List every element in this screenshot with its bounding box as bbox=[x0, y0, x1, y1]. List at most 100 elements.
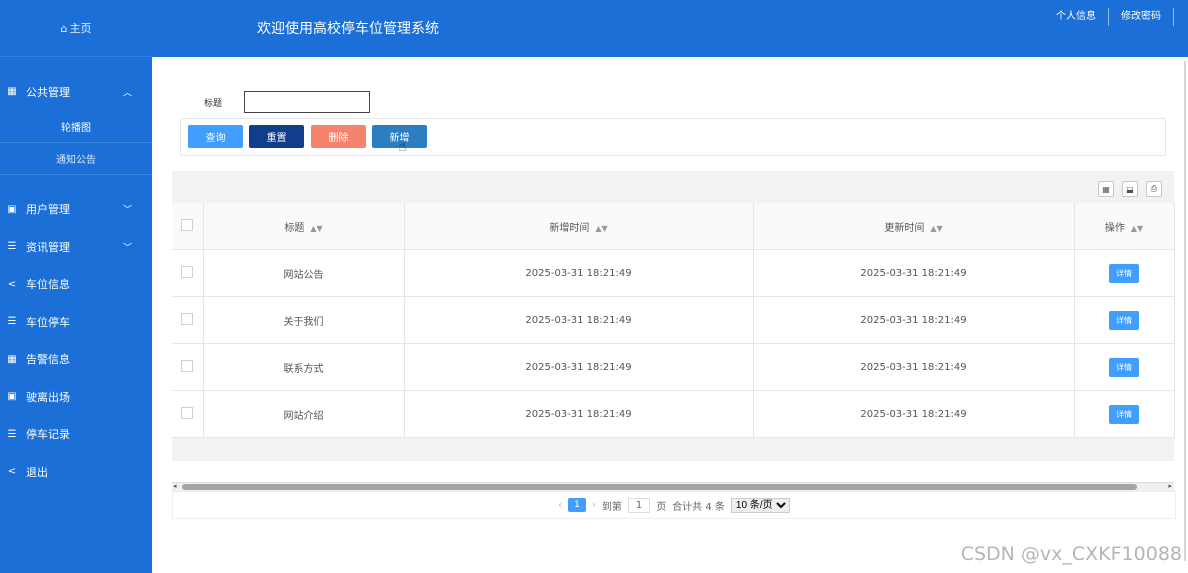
search-label: 标题 bbox=[204, 98, 223, 109]
next-page-icon[interactable]: › bbox=[592, 500, 596, 511]
reset-button[interactable]: 重置 bbox=[249, 125, 304, 148]
detail-button[interactable]: 详情 bbox=[1109, 404, 1139, 424]
goto-label: 到第 bbox=[601, 501, 622, 513]
cell-updated: 2025-03-31 18:21:49 bbox=[753, 343, 1075, 391]
scroll-right-arrow-icon[interactable]: ▸ bbox=[1168, 482, 1172, 490]
list-icon: ☰ bbox=[7, 241, 17, 253]
column-header-actions[interactable]: 操作 ▲▼ bbox=[1074, 203, 1175, 250]
query-button[interactable]: 查询 bbox=[188, 125, 243, 148]
mouse-cursor-icon: ☝ bbox=[398, 139, 407, 155]
title-search-input[interactable] bbox=[244, 91, 371, 113]
personal-info-link[interactable]: 个人信息 bbox=[1044, 8, 1108, 26]
column-header-updated[interactable]: 更新时间 ▲▼ bbox=[753, 203, 1075, 250]
column-label: 更新时间 bbox=[884, 222, 925, 234]
cell-updated: 2025-03-31 18:21:49 bbox=[753, 296, 1075, 344]
cell-created: 2025-03-31 18:21:49 bbox=[404, 343, 754, 391]
scroll-left-arrow-icon[interactable]: ◂ bbox=[173, 482, 177, 490]
vertical-scrollbar[interactable] bbox=[1184, 61, 1186, 561]
menu-parking-space-info[interactable]: < 车位信息 bbox=[0, 266, 152, 304]
home-link[interactable]: ⌂ 主页 bbox=[0, 0, 152, 57]
pagination: ‹ 1 › 到第 1 页 合计共 4 条 10 条/页 bbox=[172, 491, 1176, 519]
submenu-item-notice[interactable]: 通知公告 bbox=[0, 143, 152, 175]
columns-filter-icon[interactable]: ▦ bbox=[1098, 181, 1114, 197]
menu-label: 驶离出场 bbox=[26, 390, 70, 404]
menu-parking-records[interactable]: ☰ 停车记录 bbox=[0, 416, 152, 454]
sort-icon[interactable]: ▲▼ bbox=[595, 224, 607, 233]
menu-label: 车位信息 bbox=[26, 278, 70, 292]
sort-icon[interactable]: ▲▼ bbox=[310, 224, 322, 233]
row-checkbox[interactable] bbox=[181, 406, 194, 419]
menu-parking[interactable]: ☰ 车位停车 bbox=[0, 303, 152, 341]
page-size-select[interactable]: 10 条/页 bbox=[730, 497, 790, 513]
cell-created: 2025-03-31 18:21:49 bbox=[404, 249, 754, 297]
goto-page-input[interactable]: 1 bbox=[627, 497, 651, 513]
page-title: 欢迎使用高校停车位管理系统 bbox=[257, 21, 439, 37]
change-password-link[interactable]: 修改密码 bbox=[1109, 8, 1173, 26]
data-table-container: ▦ ⬓ ⎙ 标题 ▲▼ 新增时间 ▲▼ 更新时间 ▲▼ 操作 ▲▼ 网站公告 2… bbox=[172, 171, 1175, 461]
menu-logout[interactable]: < 退出 bbox=[0, 453, 152, 491]
cell-title: 网站公告 bbox=[203, 249, 405, 297]
page-suffix: 页 bbox=[656, 501, 667, 513]
search-form: 标题 bbox=[204, 91, 371, 113]
prev-page-icon[interactable]: ‹ bbox=[558, 500, 562, 511]
list-icon: ☰ bbox=[7, 428, 17, 440]
chevron-down-icon: ﹀ bbox=[122, 205, 132, 216]
column-header-created[interactable]: 新增时间 ▲▼ bbox=[404, 203, 754, 250]
list-icon: ☰ bbox=[7, 316, 17, 328]
menu-exit-parking[interactable]: ▣ 驶离出场 bbox=[0, 378, 152, 416]
id-card-icon: ▣ bbox=[7, 391, 17, 403]
sort-icon[interactable]: ▲▼ bbox=[930, 224, 942, 233]
grid-icon: ▦ bbox=[7, 86, 17, 98]
select-all-checkbox[interactable] bbox=[181, 218, 194, 231]
table-toolbar: ▦ ⬓ ⎙ bbox=[1098, 181, 1162, 197]
row-checkbox[interactable] bbox=[181, 312, 194, 325]
action-bar: 查询 重置 删除 新增 bbox=[180, 118, 1166, 156]
cell-title: 关于我们 bbox=[203, 296, 405, 344]
chevron-down-icon: ﹀ bbox=[122, 243, 132, 254]
menu-news-management[interactable]: ☰ 资讯管理 ﹀ bbox=[0, 228, 152, 266]
page-number-current[interactable]: 1 bbox=[568, 498, 586, 512]
data-table: 标题 ▲▼ 新增时间 ▲▼ 更新时间 ▲▼ 操作 ▲▼ 网站公告 2025-03-31 … bbox=[172, 203, 1175, 438]
detail-button[interactable]: 详情 bbox=[1109, 263, 1139, 283]
menu-label: 退出 bbox=[26, 465, 48, 479]
row-checkbox[interactable] bbox=[181, 359, 194, 372]
menu-alarm-info[interactable]: ▦ 告警信息 bbox=[0, 341, 152, 379]
menu-public-management[interactable]: ▦ 公共管理 ︿ bbox=[0, 73, 152, 111]
submenu-item-carousel[interactable]: 轮播图 bbox=[0, 111, 152, 143]
total-count: 合计共 4 条 bbox=[672, 501, 725, 513]
detail-button[interactable]: 详情 bbox=[1109, 310, 1139, 330]
menu-label: 公共管理 bbox=[26, 85, 70, 99]
share-icon: < bbox=[7, 278, 17, 290]
menu-label: 告警信息 bbox=[26, 353, 70, 367]
header-links: 个人信息 修改密码 bbox=[1044, 8, 1174, 26]
menu-user-management[interactable]: ▣ 用户管理 ﹀ bbox=[0, 191, 152, 229]
table-row: 关于我们 2025-03-31 18:21:49 2025-03-31 18:2… bbox=[172, 296, 1175, 344]
chevron-up-icon: ︿ bbox=[122, 88, 132, 99]
cell-updated: 2025-03-31 18:21:49 bbox=[753, 249, 1075, 297]
table-row: 网站公告 2025-03-31 18:21:49 2025-03-31 18:2… bbox=[172, 249, 1175, 297]
row-checkbox[interactable] bbox=[181, 265, 194, 278]
divider bbox=[1173, 8, 1174, 26]
cell-updated: 2025-03-31 18:21:49 bbox=[753, 390, 1075, 438]
watermark: CSDN @vx_CXKF10088 bbox=[960, 543, 1182, 565]
grid-icon: ▦ bbox=[7, 353, 17, 365]
menu-label: 用户管理 bbox=[26, 203, 70, 217]
column-header-title[interactable]: 标题 ▲▼ bbox=[203, 203, 405, 250]
sidebar: ⌂ 主页 ▦ 公共管理 ︿ 轮播图 通知公告 ▣ 用户管理 ﹀ ☰ 资讯管理 ﹀… bbox=[0, 0, 152, 573]
column-label: 操作 bbox=[1104, 222, 1125, 234]
table-row: 联系方式 2025-03-31 18:21:49 2025-03-31 18:2… bbox=[172, 343, 1175, 391]
export-icon[interactable]: ⬓ bbox=[1122, 181, 1138, 197]
menu-label: 资讯管理 bbox=[26, 240, 70, 254]
cell-title: 网站介绍 bbox=[203, 390, 405, 438]
sort-icon[interactable]: ▲▼ bbox=[1131, 224, 1143, 233]
main-content: 标题 查询 重置 删除 新增 ▦ ⬓ ⎙ 标题 ▲▼ 新增时间 ▲▼ 更新时间 ▲▼ … bbox=[152, 57, 1188, 573]
home-label: 主页 bbox=[69, 22, 92, 35]
home-icon: ⌂ bbox=[60, 21, 68, 35]
print-icon[interactable]: ⎙ bbox=[1146, 181, 1162, 197]
table-header-row: 标题 ▲▼ 新增时间 ▲▼ 更新时间 ▲▼ 操作 ▲▼ bbox=[172, 203, 1175, 250]
scrollbar-thumb[interactable] bbox=[182, 484, 1137, 490]
top-bar: 欢迎使用高校停车位管理系统 个人信息 修改密码 bbox=[152, 0, 1188, 57]
delete-button[interactable]: 删除 bbox=[311, 125, 366, 148]
id-card-icon: ▣ bbox=[7, 203, 17, 215]
detail-button[interactable]: 详情 bbox=[1109, 357, 1139, 377]
